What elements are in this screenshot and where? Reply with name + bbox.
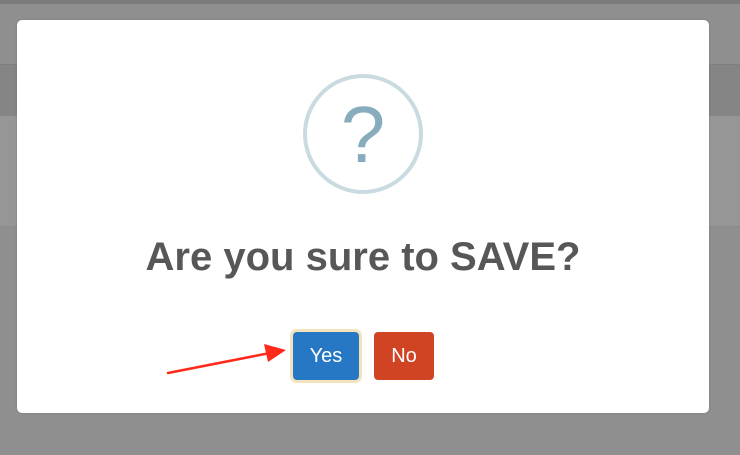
dialog-actions: Yes No: [17, 330, 709, 380]
cancel-button[interactable]: No: [374, 332, 434, 380]
confirm-dialog: ? Are you sure to SAVE? Yes No: [17, 20, 709, 413]
background-header-strip: [0, 0, 740, 4]
question-icon: ?: [303, 74, 423, 194]
question-glyph: ?: [340, 90, 386, 179]
screen: ? Are you sure to SAVE? Yes No: [0, 0, 740, 455]
confirm-button[interactable]: Yes: [293, 332, 359, 380]
dialog-title: Are you sure to SAVE?: [145, 235, 581, 279]
